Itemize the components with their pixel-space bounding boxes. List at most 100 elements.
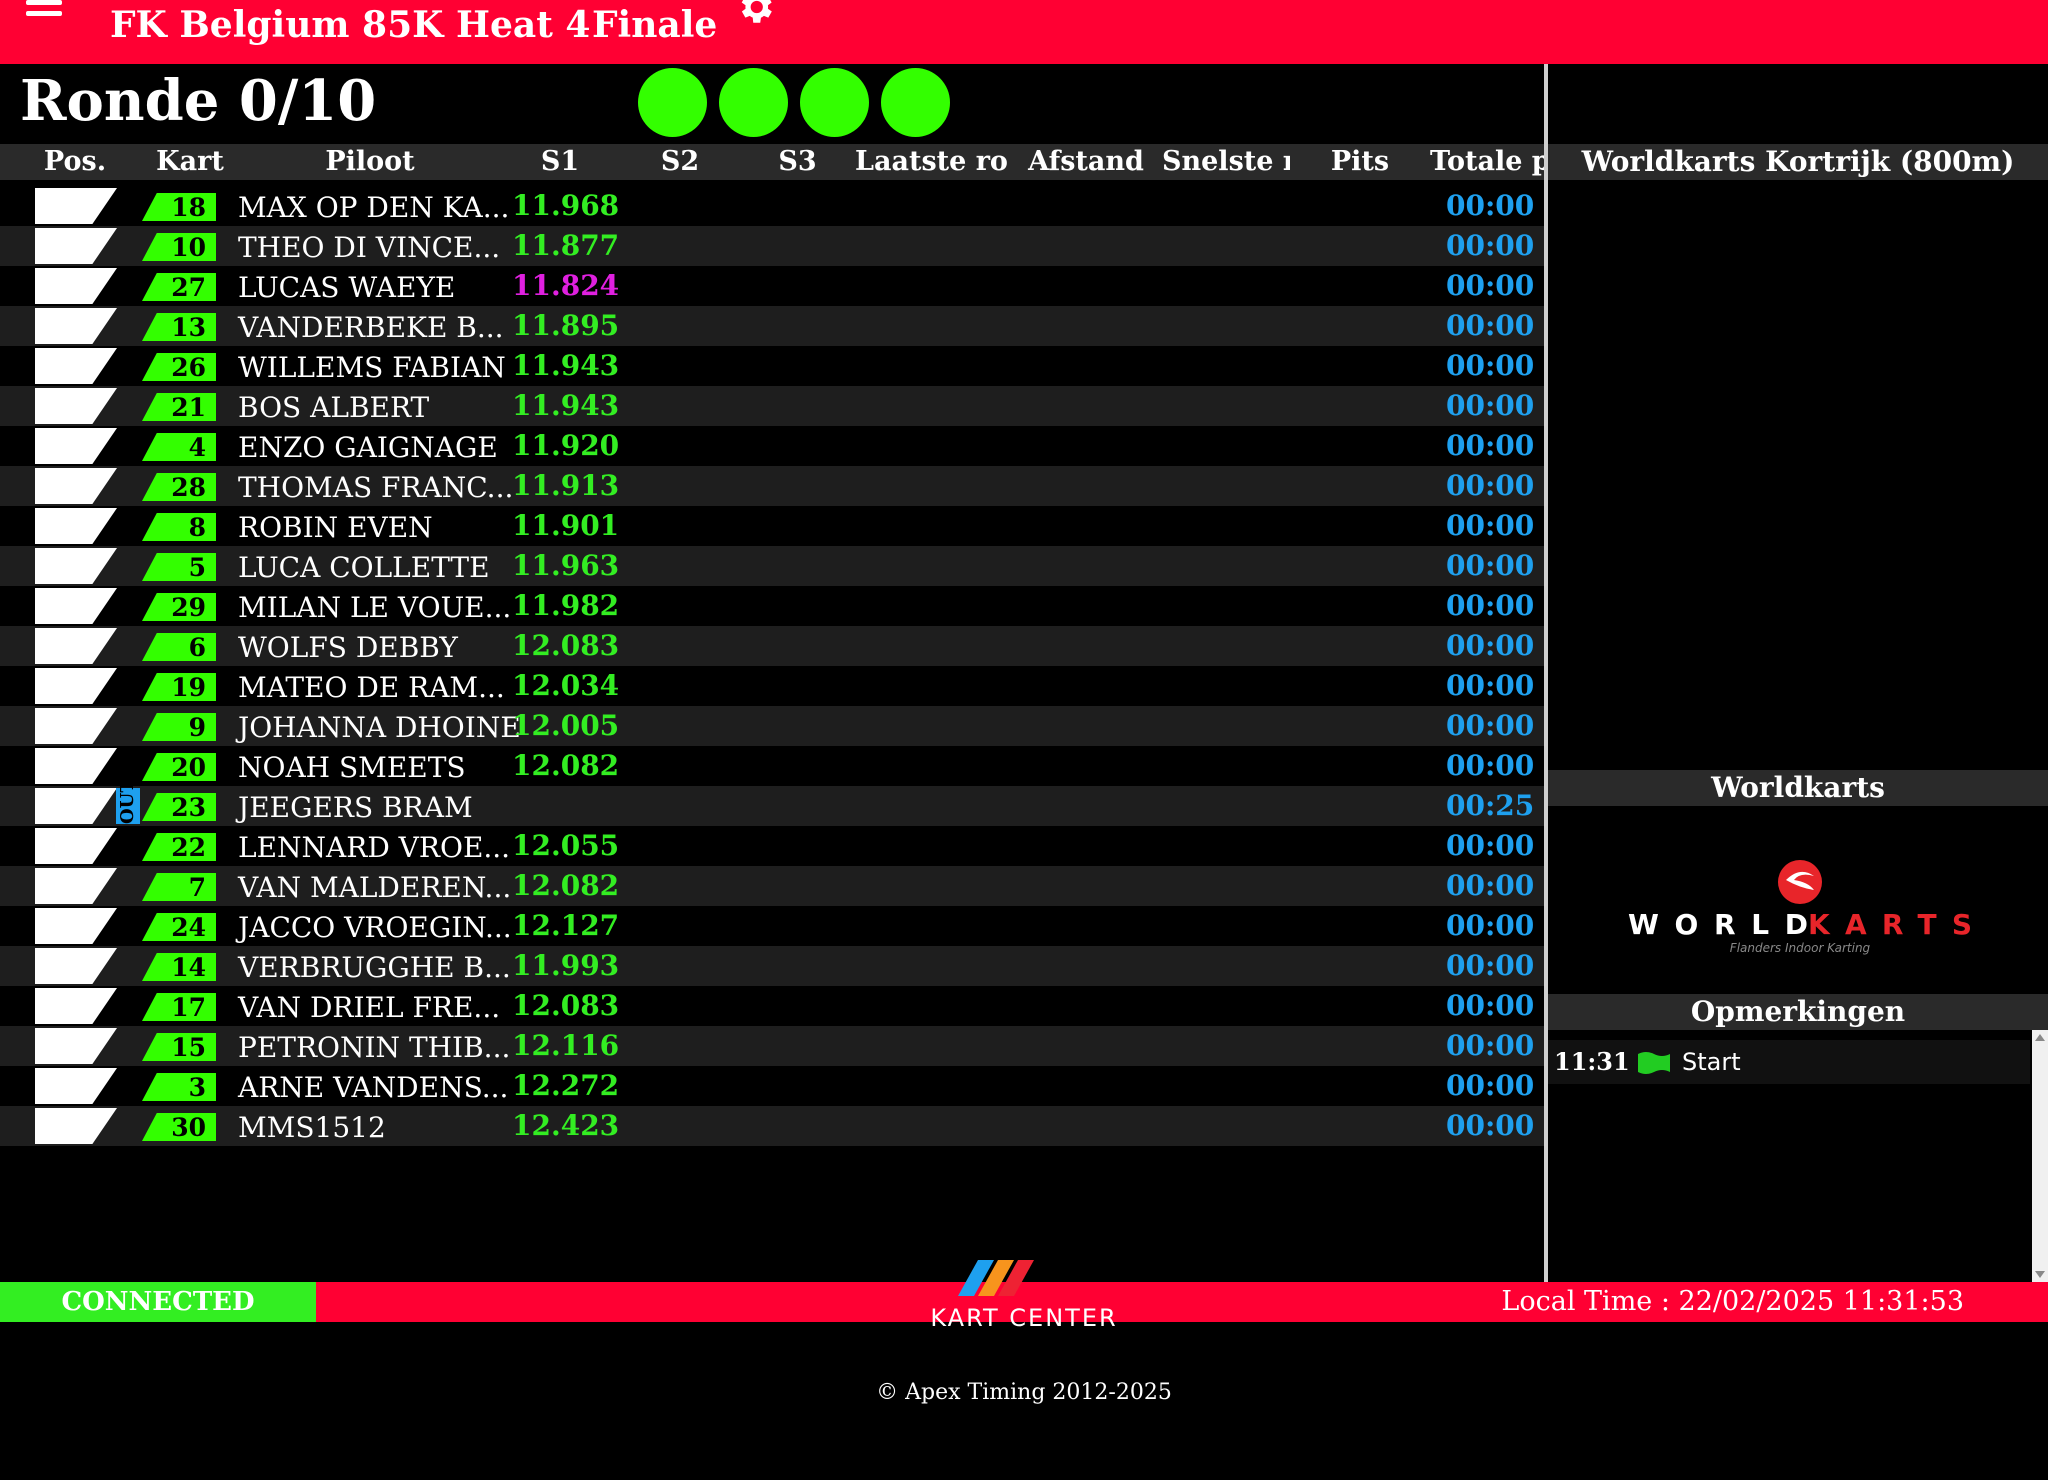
pilot-name: JACCO VROEGIN... <box>238 911 512 944</box>
col-pos[interactable]: Pos. <box>20 144 130 180</box>
table-row[interactable]: 20 NOAH SMEETS 12.082 00:00 <box>0 746 1544 786</box>
pilot-name: MATEO DE RAM... <box>238 671 505 704</box>
sector1-time: 12.083 <box>512 629 620 662</box>
table-row[interactable]: 6 WOLFS DEBBY 12.083 00:00 <box>0 626 1544 666</box>
table-row[interactable]: 5 LUCA COLLETTE 11.963 00:00 <box>0 546 1544 586</box>
position-box <box>35 508 117 544</box>
pilot-name: LENNARD VROE... <box>238 831 511 864</box>
kart-number: 22 <box>142 833 216 861</box>
pilot-name: LUCA COLLETTE <box>238 551 490 584</box>
kart-number: 4 <box>142 433 216 461</box>
session-title: FK Belgium 85K Heat 4 <box>110 4 591 46</box>
pilot-name: THEO DI VINCE... <box>238 231 501 264</box>
table-row[interactable]: 18 MAX OP DEN KA... 11.968 00:00 <box>0 186 1544 226</box>
table-row[interactable]: 15 PETRONIN THIB... 12.116 00:00 <box>0 1026 1544 1066</box>
total-time: 00:00 <box>1446 1109 1535 1142</box>
col-s2[interactable]: S2 <box>620 144 740 180</box>
sector1-time: 11.968 <box>512 189 620 222</box>
table-row[interactable]: 3 ARNE VANDENS... 12.272 00:00 <box>0 1066 1544 1106</box>
table-row[interactable]: 22 LENNARD VROE... 12.055 00:00 <box>0 826 1544 866</box>
position-box <box>35 948 117 984</box>
pilot-name: THOMAS FRANC... <box>238 471 514 504</box>
kart-number: 6 <box>142 633 216 661</box>
total-time: 00:00 <box>1446 589 1535 622</box>
total-time: 00:00 <box>1446 949 1535 982</box>
table-row[interactable]: 30 MMS1512 12.423 00:00 <box>0 1106 1544 1146</box>
pilot-name: VERBRUGGHE B... <box>238 951 511 984</box>
position-box <box>35 828 117 864</box>
total-time: 00:00 <box>1446 509 1535 542</box>
kart-number: 20 <box>142 753 216 781</box>
session-type: Finale <box>592 4 718 46</box>
sector1-time: 11.963 <box>512 549 620 582</box>
table-row[interactable]: 13 VANDERBEKE B... 11.895 00:00 <box>0 306 1544 346</box>
hamburger-menu-icon[interactable] <box>26 0 62 24</box>
total-time: 00:00 <box>1446 869 1535 902</box>
table-row[interactable]: 19 MATEO DE RAM... 12.034 00:00 <box>0 666 1544 706</box>
total-time: 00:00 <box>1446 989 1535 1022</box>
table-row[interactable]: 28 THOMAS FRANC... 11.913 00:00 <box>0 466 1544 506</box>
table-row[interactable]: 7 VAN MALDEREN... 12.082 00:00 <box>0 866 1544 906</box>
gear-icon[interactable] <box>734 0 776 28</box>
scroll-down-icon[interactable] <box>2035 1271 2045 1278</box>
sector1-time: 11.943 <box>512 389 620 422</box>
sector1-time: 12.127 <box>512 909 620 942</box>
table-row[interactable]: 26 WILLEMS FABIAN 11.943 00:00 <box>0 346 1544 386</box>
col-last-lap[interactable]: Laatste ro <box>855 144 1010 180</box>
table-row[interactable]: 24 JACCO VROEGIN... 12.127 00:00 <box>0 906 1544 946</box>
position-box <box>35 1068 117 1104</box>
col-pits[interactable]: Pits <box>1300 144 1420 180</box>
table-row[interactable]: 29 MILAN LE VOUE... 11.982 00:00 <box>0 586 1544 626</box>
table-row[interactable]: 14 VERBRUGGHE B... 11.993 00:00 <box>0 946 1544 986</box>
col-total[interactable]: Totale p <box>1430 144 1544 180</box>
table-row[interactable]: 10 THEO DI VINCE... 11.877 00:00 <box>0 226 1544 266</box>
sector1-time: 11.982 <box>512 589 620 622</box>
col-kart[interactable]: Kart <box>140 144 240 180</box>
remark-time: 11:31 <box>1554 1047 1630 1076</box>
kart-center-logo: KART CENTER <box>930 1260 1116 1332</box>
worldkarts-logo-tagline: Flanders Indoor Karting <box>1730 941 1871 955</box>
table-row[interactable]: OUT 23 JEEGERS BRAM 00:25 <box>0 779 1544 826</box>
position-box <box>35 228 117 264</box>
col-fastest-lap[interactable]: Snelste r <box>1162 144 1290 180</box>
position-box <box>35 628 117 664</box>
sector1-time: 12.083 <box>512 989 620 1022</box>
total-time: 00:00 <box>1446 629 1535 662</box>
table-row[interactable]: 21 BOS ALBERT 11.943 00:00 <box>0 386 1544 426</box>
col-s1[interactable]: S1 <box>500 144 620 180</box>
pilot-name: ENZO GAIGNAGE <box>238 431 498 464</box>
kart-number: 18 <box>142 193 216 221</box>
col-pilot[interactable]: Piloot <box>250 144 490 180</box>
table-row[interactable]: 4 ENZO GAIGNAGE 11.920 00:00 <box>0 426 1544 466</box>
position-box <box>35 748 117 784</box>
kart-number: 23 <box>142 793 216 821</box>
total-time: 00:00 <box>1446 229 1535 262</box>
pilot-name: MMS1512 <box>238 1111 386 1144</box>
start-light <box>638 68 707 137</box>
total-time: 00:00 <box>1446 549 1535 582</box>
remark-text: Start <box>1682 1048 1741 1076</box>
pilot-name: NOAH SMEETS <box>238 751 466 784</box>
remark-item: 11:31 Start <box>1548 1040 2030 1084</box>
table-row[interactable]: 27 LUCAS WAEYE 11.824 00:00 <box>0 266 1544 306</box>
kart-number: 21 <box>142 393 216 421</box>
total-time: 00:00 <box>1446 669 1535 702</box>
start-lights <box>638 68 950 137</box>
pilot-name: PETRONIN THIB... <box>238 1031 511 1064</box>
worldkarts-logo-word-white: WORLD <box>1628 908 1808 941</box>
kart-number: 28 <box>142 473 216 501</box>
copyright: © Apex Timing 2012-2025 <box>876 1380 1172 1405</box>
position-box <box>35 188 117 224</box>
sector1-time: 11.877 <box>512 229 620 262</box>
col-distance[interactable]: Afstand <box>1020 144 1152 180</box>
table-row[interactable]: 8 ROBIN EVEN 11.901 00:00 <box>0 506 1544 546</box>
remarks-scrollbar[interactable] <box>2032 1030 2048 1282</box>
total-time: 00:00 <box>1446 389 1535 422</box>
scroll-up-icon[interactable] <box>2035 1034 2045 1041</box>
col-s3[interactable]: S3 <box>740 144 855 180</box>
table-row[interactable]: 9 JOHANNA DHOINE 12.005 00:00 <box>0 706 1544 746</box>
total-time: 00:00 <box>1446 189 1535 222</box>
pilot-name: WOLFS DEBBY <box>238 631 458 664</box>
table-row[interactable]: 17 VAN DRIEL FRE... 12.083 00:00 <box>0 986 1544 1026</box>
remarks-title: Opmerkingen <box>1548 994 2048 1030</box>
